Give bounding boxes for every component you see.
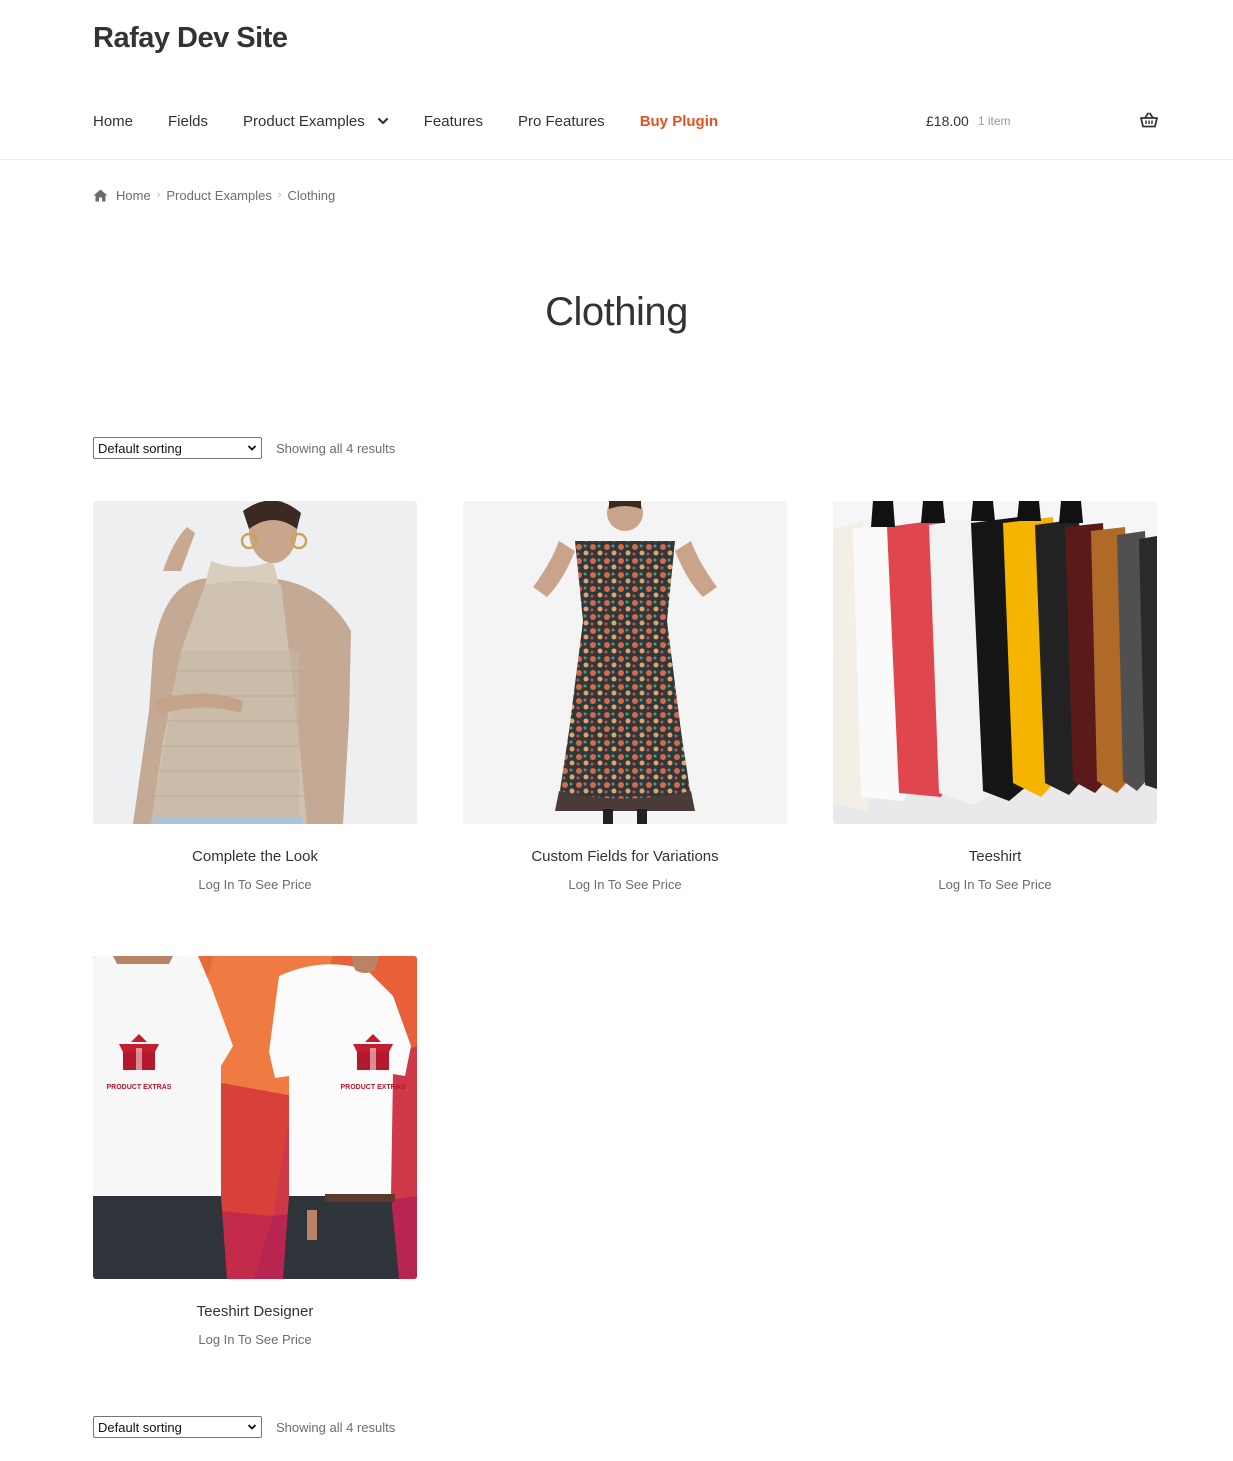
print-text-right: PRODUCT EXTRAS [341, 1084, 406, 1091]
product-price: Log In To See Price [198, 877, 312, 892]
product-name[interactable]: Complete the Look [93, 848, 417, 865]
product-card: Custom Fields for Variations Log In To S… [463, 501, 787, 892]
nav-item-fields[interactable]: Fields [168, 113, 208, 130]
nav-item-pro-features[interactable]: Pro Features [518, 113, 605, 130]
site-title[interactable]: Rafay Dev Site [93, 22, 288, 55]
product-name[interactable]: Teeshirt Designer [93, 1303, 417, 1320]
cart-count: 1 item [977, 114, 1011, 128]
product-card: Teeshirt Log In To See Price [833, 501, 1157, 892]
nav-item-home[interactable]: Home [93, 113, 133, 130]
product-price: Log In To See Price [198, 1332, 312, 1347]
breadcrumb-separator-icon: › [277, 189, 282, 201]
nav-item-features[interactable]: Features [424, 113, 483, 130]
result-count: Showing all 4 results [276, 1419, 396, 1435]
breadcrumb-product-examples[interactable]: Product Examples [166, 188, 272, 203]
breadcrumb: Home › Product Examples › Clothing [93, 186, 335, 204]
result-count: Showing all 4 results [276, 440, 396, 456]
header-cart[interactable]: £18.00 1 item [926, 108, 1158, 134]
product-price: Log In To See Price [938, 877, 1052, 892]
primary-navigation: Home Fields Product Examples Features Pr… [93, 108, 753, 134]
cart-amount: £18.00 [926, 113, 969, 129]
header-divider [0, 159, 1233, 160]
basket-icon[interactable] [1140, 112, 1158, 128]
product-card: Complete the Look Log In To See Price [93, 501, 417, 892]
product-image[interactable] [463, 501, 787, 824]
breadcrumb-current: Clothing [287, 187, 336, 203]
product-name[interactable]: Custom Fields for Variations [463, 848, 787, 865]
shop-toolbar-top: Default sorting Showing all 4 results [93, 437, 395, 459]
shop-toolbar-bottom: Default sorting Showing all 4 results [93, 1416, 395, 1438]
breadcrumb-separator-icon: › [156, 189, 161, 201]
nav-item-buy-plugin[interactable]: Buy Plugin [640, 113, 718, 130]
chevron-down-icon [247, 1424, 257, 1430]
sort-select-value: Default sorting [98, 1419, 182, 1435]
product-price: Log In To See Price [568, 877, 682, 892]
product-image[interactable]: PRODUCT EXTRAS PRODUCT EXTRAS [93, 956, 417, 1279]
chevron-down-icon [247, 445, 257, 451]
page-title: Clothing [545, 290, 688, 334]
chevron-down-icon[interactable] [377, 115, 389, 127]
product-image[interactable] [93, 501, 417, 824]
home-icon [93, 189, 108, 201]
print-text-left: PRODUCT EXTRAS [107, 1084, 172, 1091]
sort-select[interactable]: Default sorting [93, 1416, 262, 1438]
product-name[interactable]: Teeshirt [833, 848, 1157, 865]
nav-item-product-examples[interactable]: Product Examples [243, 113, 389, 130]
nav-item-label: Product Examples [243, 112, 365, 130]
breadcrumb-home[interactable]: Home [116, 188, 151, 203]
sort-select[interactable]: Default sorting [93, 437, 262, 459]
product-image[interactable] [833, 501, 1157, 824]
sort-select-value: Default sorting [98, 440, 182, 456]
product-card: PRODUCT EXTRAS PRODUCT EXTRAS Teeshirt D… [93, 956, 417, 1347]
